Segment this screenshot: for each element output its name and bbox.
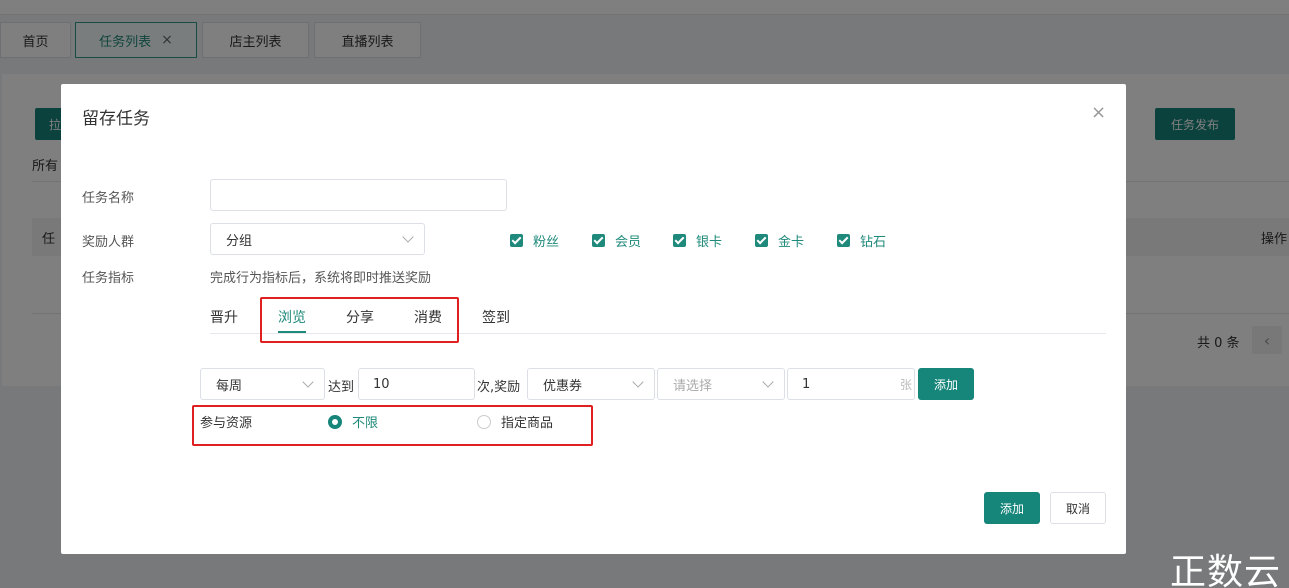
chevron-down-icon <box>762 376 774 388</box>
chevron-down-icon <box>402 231 414 243</box>
select-placeholder: 请选择 <box>673 378 713 394</box>
input-value: 1 <box>802 376 811 392</box>
times-input[interactable]: 10 <box>358 368 475 400</box>
coupon-select[interactable]: 请选择 <box>657 368 785 400</box>
chevron-down-icon <box>632 376 644 388</box>
task-name-label: 任务名称 <box>82 191 135 206</box>
highlight-box-resource <box>192 405 593 446</box>
button-label: 添加 <box>933 377 958 392</box>
checkbox-checked-icon <box>673 234 686 247</box>
unit-suffix: 张 <box>899 378 912 392</box>
checkbox-label: 会员 <box>615 235 642 250</box>
checkbox-label: 钻石 <box>860 235 887 250</box>
close-icon[interactable]: × <box>1091 102 1106 123</box>
period-select[interactable]: 每周 <box>200 368 325 400</box>
checkbox-checked-icon <box>755 234 768 247</box>
chevron-down-icon <box>302 376 314 388</box>
checkbox-checked-icon <box>510 234 523 247</box>
checkbox-checked-icon <box>837 234 850 247</box>
checkbox-fans[interactable]: 粉丝 <box>510 231 559 250</box>
highlight-box-tabs <box>260 297 459 343</box>
add-rule-button[interactable]: 添加 <box>918 368 974 400</box>
checkbox-label: 银卡 <box>696 235 723 250</box>
task-name-input[interactable] <box>210 179 507 211</box>
select-value: 分组 <box>226 233 253 249</box>
retention-task-modal: 留存任务 × 任务名称 奖励人群 分组 粉丝 会员 银卡 金卡 钻石 任务指标 … <box>61 84 1126 554</box>
button-label: 取消 <box>1065 501 1090 516</box>
modal-title: 留存任务 <box>82 109 150 129</box>
button-label: 添加 <box>999 501 1024 516</box>
subtab-checkin[interactable]: 签到 <box>482 307 510 327</box>
checkbox-label: 金卡 <box>778 235 805 250</box>
task-index-hint: 完成行为指标后，系统将即时推送奖励 <box>210 271 432 286</box>
submit-button[interactable]: 添加 <box>984 492 1040 524</box>
reward-group-label: 奖励人群 <box>82 235 135 250</box>
checkbox-label: 粉丝 <box>533 235 560 250</box>
cancel-button[interactable]: 取消 <box>1050 492 1106 524</box>
checkbox-checked-icon <box>592 234 605 247</box>
group-select[interactable]: 分组 <box>210 223 425 255</box>
times-reward-text: 次,奖励 <box>477 380 521 395</box>
checkbox-member[interactable]: 会员 <box>592 231 641 250</box>
task-index-label: 任务指标 <box>82 271 135 286</box>
quantity-input[interactable]: 1 张 <box>787 368 915 400</box>
subtab-promotion[interactable]: 晋升 <box>210 307 238 327</box>
checkbox-silver[interactable]: 银卡 <box>673 231 722 250</box>
select-value: 优惠券 <box>543 378 583 394</box>
checkbox-gold[interactable]: 金卡 <box>755 231 804 250</box>
select-value: 每周 <box>216 378 243 394</box>
checkbox-diamond[interactable]: 钻石 <box>837 231 886 250</box>
watermark-logo: 正数云 <box>1170 552 1282 588</box>
reach-text: 达到 <box>328 380 355 395</box>
reward-type-select[interactable]: 优惠券 <box>527 368 655 400</box>
